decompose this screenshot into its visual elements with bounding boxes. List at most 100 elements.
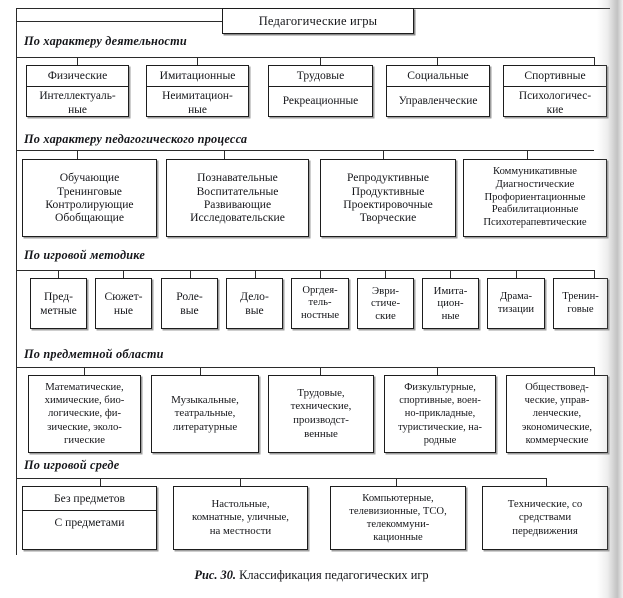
node-box-5-3: Компьютерные, телевизионные, ТСО, телекомм… bbox=[330, 486, 466, 550]
node-text-line: Развивающие bbox=[203, 198, 272, 211]
node-box-2-4: Коммуникативные Диагностические Профориент… bbox=[463, 159, 607, 237]
node-text-line: Обобщающие bbox=[55, 211, 124, 225]
node-box-1-3: Трудовые Рекреационные bbox=[268, 65, 373, 117]
node-text-line: гические bbox=[64, 433, 105, 446]
section-stub-3-7 bbox=[450, 270, 451, 278]
node-text-line: Математические, bbox=[45, 380, 124, 393]
node-line-stack: Репродуктивные Продуктивные Проектировочны… bbox=[324, 171, 452, 225]
node-box-5-4: Технические, со средствами передвижения bbox=[482, 486, 608, 550]
section-label-po-harakteru-pedagogicheskogo-processa: По характеру педагогического процесса bbox=[22, 132, 251, 147]
node-line-stack: Тренин-говые bbox=[557, 291, 604, 316]
figure-caption-number: Рис. 30. bbox=[194, 568, 237, 582]
section-label-po-harakteru-deyatelnosti: По характеру деятельности bbox=[22, 34, 190, 49]
node-box-3-3: Роле-вые bbox=[161, 278, 218, 329]
node-cell-top: Физические bbox=[27, 66, 128, 87]
section-stub-3-5 bbox=[320, 270, 321, 278]
node-cell-bottom: Интеллектуаль- ные bbox=[39, 90, 116, 116]
section-stub-1-1 bbox=[77, 57, 78, 65]
section-rail-4 bbox=[16, 367, 594, 368]
node-text-line: средствами bbox=[518, 511, 572, 524]
node-cell-lines: Тренин-говые bbox=[554, 279, 607, 328]
node-text-line: Контролирующие bbox=[45, 198, 134, 211]
section-stub-1-3 bbox=[320, 57, 321, 65]
node-text-line: коммерческие bbox=[525, 434, 589, 446]
node-cell-lines: Оргдея-тель-ностные bbox=[292, 279, 348, 328]
node-text-line: Диагностические bbox=[495, 178, 575, 190]
node-text-line: венные bbox=[304, 427, 338, 440]
node-line-stack: Сюжет-ные bbox=[99, 290, 148, 317]
node-cell-lines: Обучающие Тренинговые Контролирующие Обобща… bbox=[23, 160, 156, 236]
section-label-po-igrovoy-metodike: По игровой методике bbox=[22, 248, 149, 263]
section-stub-3-1 bbox=[58, 270, 59, 278]
node-text-line: ские bbox=[375, 309, 396, 322]
node-cell-lines: Математические, химические, био-логически… bbox=[29, 376, 140, 452]
node-text-line: Тренин- bbox=[562, 290, 599, 302]
section-rail-5 bbox=[16, 478, 546, 479]
classification-diagram: Педагогические игры По характеру деятель… bbox=[0, 0, 623, 598]
section-rail-1 bbox=[16, 57, 594, 58]
section-stub-2-2 bbox=[224, 150, 225, 159]
node-box-5-2: Настольные, комнатные, уличные, на местнос… bbox=[173, 486, 308, 550]
node-box-2-3: Репродуктивные Продуктивные Проектировочны… bbox=[320, 159, 456, 237]
node-text-line: вые bbox=[245, 303, 264, 317]
node-box-3-6: Эври-стиче-ские bbox=[357, 278, 414, 329]
section-stub-1-2 bbox=[197, 57, 198, 65]
section-stub-4-2 bbox=[200, 367, 201, 375]
node-text-line: Драма- bbox=[499, 290, 533, 302]
node-line-stack: Обществовед-ческие, управ-ленческие, экон… bbox=[510, 381, 604, 447]
node-text-line: театральные, bbox=[174, 407, 236, 420]
node-cell-bottom: Неимитацион- ные bbox=[162, 90, 233, 116]
node-box-4-1: Математические, химические, био-логически… bbox=[28, 375, 141, 453]
node-cell-lines: Технические, со средствами передвижения bbox=[483, 487, 607, 549]
node-box-3-1: Пред-метные bbox=[30, 278, 87, 329]
node-text-line: метные bbox=[40, 303, 77, 317]
node-box-4-2: Музыкальные, театральные, литературные bbox=[151, 375, 259, 453]
node-cell-top: Без предметов bbox=[23, 487, 156, 511]
section-stub-5-2 bbox=[240, 478, 241, 486]
section-stub-3-6 bbox=[385, 270, 386, 278]
root-node-label: Педагогические игры bbox=[258, 13, 378, 28]
node-text-line: Сюжет- bbox=[104, 290, 143, 304]
node-text-line: Проектировочные bbox=[343, 198, 433, 211]
node-text-line: ные bbox=[113, 303, 134, 317]
node-text-line: Тренинговые bbox=[57, 184, 122, 198]
node-text-line: туристические, на- bbox=[398, 421, 482, 433]
node-line-stack: Роле-вые bbox=[165, 290, 214, 317]
node-cell-bottom: С предметами bbox=[54, 516, 125, 530]
section-rail-2 bbox=[16, 150, 594, 151]
node-text-line: спортивные, воен- bbox=[399, 395, 481, 407]
node-text-line: тель- bbox=[308, 297, 332, 309]
node-cell-top: Спортивные bbox=[504, 66, 606, 87]
node-text-line: Обществовед- bbox=[525, 381, 589, 393]
node-text-line: Музыкальные, bbox=[171, 393, 239, 406]
section-stub-2-1 bbox=[77, 150, 78, 159]
section-rail-3 bbox=[16, 270, 594, 271]
node-text-line: Настольные, bbox=[211, 497, 270, 510]
node-box-1-4: Социальные Управленческие bbox=[386, 65, 490, 117]
node-text-line: Технические, со bbox=[507, 497, 583, 510]
node-line-stack: Пред-метные bbox=[34, 290, 83, 317]
node-text-line: Психотерапевтические bbox=[483, 217, 587, 229]
node-text-line: Эври- bbox=[372, 284, 399, 297]
section-stub-3-9 bbox=[594, 270, 595, 278]
node-text-line: производст- bbox=[293, 414, 349, 426]
node-text-line: вые bbox=[180, 303, 199, 317]
section-stub-3-3 bbox=[190, 270, 191, 278]
node-box-2-2: Познавательные Воспитательные Развивающие И… bbox=[166, 159, 309, 237]
node-line-stack: Оргдея-тель-ностные bbox=[295, 285, 345, 323]
node-text-line: Реабилитационные bbox=[491, 204, 579, 216]
node-text-line: Имита- bbox=[433, 284, 468, 297]
node-line-stack: Компьютерные, телевизионные, ТСО, телекомм… bbox=[334, 492, 462, 544]
node-box-1-1: Физические Интеллектуаль- ные bbox=[26, 65, 129, 117]
node-text-line: телевизионные, ТСО, bbox=[349, 506, 447, 517]
node-cell-top: Трудовые bbox=[269, 66, 372, 87]
node-box-3-7: Имита-цион-ные bbox=[422, 278, 479, 329]
node-text-line: тизации bbox=[497, 303, 535, 315]
node-cell-lines: Компьютерные, телевизионные, ТСО, телекомм… bbox=[331, 487, 465, 549]
node-text-line: Репродуктивные bbox=[347, 171, 429, 185]
node-line-stack: Имита-цион-ные bbox=[426, 285, 475, 323]
node-cell-lines: Обществовед-ческие, управ-ленческие, экон… bbox=[507, 376, 607, 452]
node-line-stack: Коммуникативные Диагностические Профориент… bbox=[467, 166, 603, 230]
node-line-stack: Познавательные Воспитательные Развивающие И… bbox=[170, 171, 305, 225]
node-cell-lines: Имита-цион-ные bbox=[423, 279, 478, 328]
